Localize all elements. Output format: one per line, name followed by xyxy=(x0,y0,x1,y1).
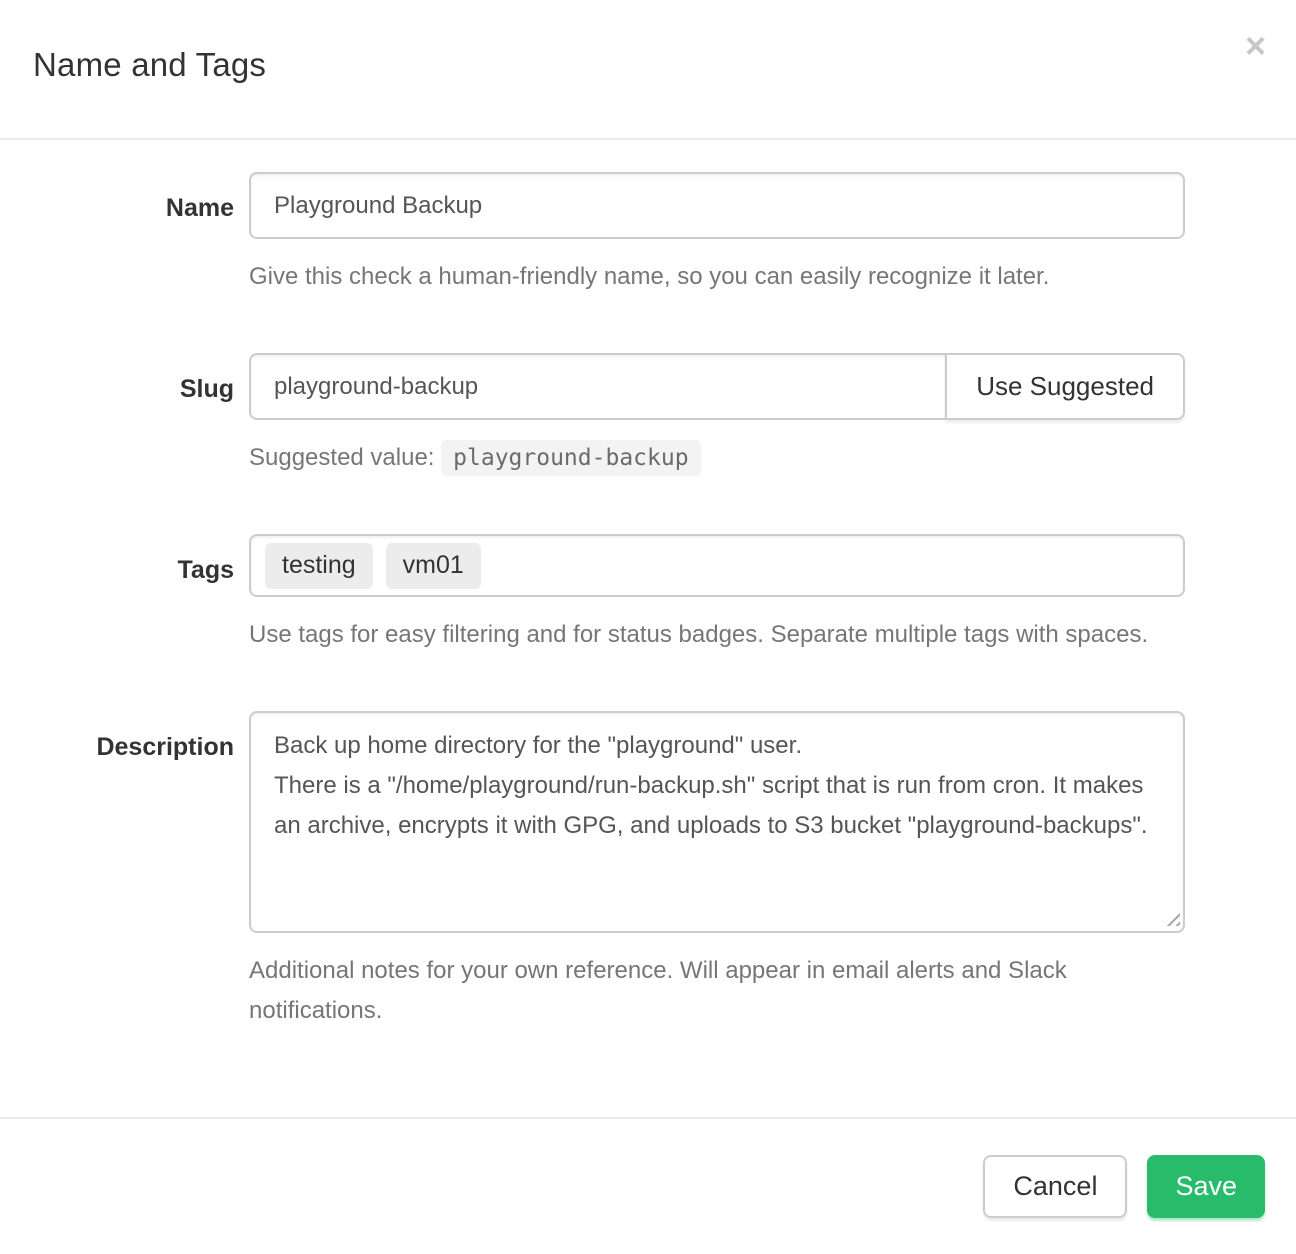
tags-input[interactable]: testing vm01 xyxy=(249,534,1185,597)
description-label: Description xyxy=(0,711,249,1031)
close-icon[interactable]: × xyxy=(1245,28,1266,64)
tags-field-row: Tags testing vm01 Use tags for easy filt… xyxy=(0,534,1296,655)
dialog-body: Name Give this check a human-friendly na… xyxy=(0,140,1296,1117)
dialog-footer: Cancel Save xyxy=(0,1117,1296,1247)
name-field-row: Name Give this check a human-friendly na… xyxy=(0,172,1296,297)
name-label: Name xyxy=(0,172,249,297)
cancel-button[interactable]: Cancel xyxy=(983,1155,1127,1218)
description-textarea[interactable]: Back up home directory for the "playgrou… xyxy=(249,711,1185,933)
tag-chip[interactable]: testing xyxy=(265,543,373,589)
name-help-text: Give this check a human-friendly name, s… xyxy=(249,257,1185,297)
suggested-value-code: playground-backup xyxy=(441,440,700,476)
description-help-text: Additional notes for your own reference.… xyxy=(249,951,1185,1031)
tag-chip[interactable]: vm01 xyxy=(386,543,481,589)
name-input[interactable] xyxy=(249,172,1185,239)
page-title: Name and Tags xyxy=(33,46,1263,84)
slug-field-row: Slug Use Suggested Suggested value: play… xyxy=(0,353,1296,478)
tags-label: Tags xyxy=(0,534,249,655)
use-suggested-button[interactable]: Use Suggested xyxy=(945,353,1185,420)
slug-input-group: Use Suggested xyxy=(249,353,1185,420)
suggested-value-prefix: Suggested value: xyxy=(249,444,434,471)
tags-help-text: Use tags for easy filtering and for stat… xyxy=(249,615,1185,655)
save-button[interactable]: Save xyxy=(1147,1155,1265,1218)
slug-label: Slug xyxy=(0,353,249,478)
name-and-tags-dialog: Name and Tags × Name Give this check a h… xyxy=(0,0,1296,1254)
slug-suggested-line: Suggested value: playground-backup xyxy=(249,438,1185,478)
slug-input[interactable] xyxy=(249,353,947,420)
description-field-row: Description Back up home directory for t… xyxy=(0,711,1296,1031)
dialog-header: Name and Tags × xyxy=(0,0,1296,140)
